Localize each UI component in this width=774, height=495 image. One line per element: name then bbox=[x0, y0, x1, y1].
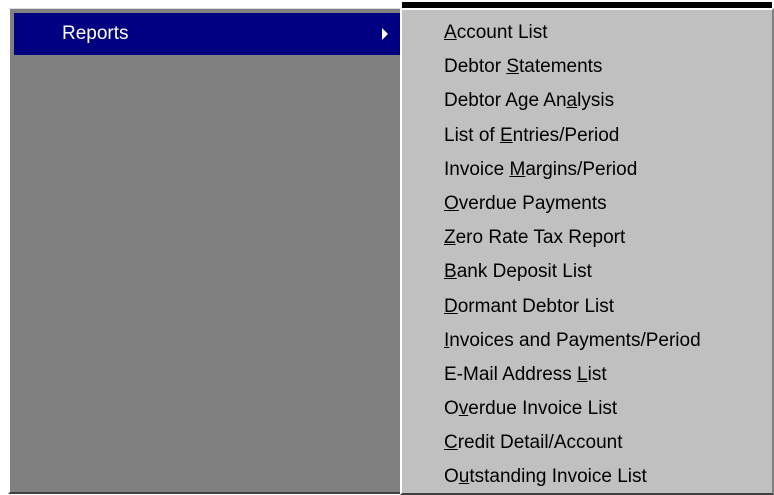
submenu-item-e-mail-address-list[interactable]: E-Mail Address List bbox=[402, 358, 772, 392]
accelerator-key: E bbox=[499, 124, 513, 146]
accelerator-key: v bbox=[458, 398, 469, 420]
submenu-item-zero-rate-tax-report[interactable]: Zero Rate Tax Report bbox=[402, 221, 772, 255]
submenu-item-debtor-age-analysis[interactable]: Debtor Age Analysis bbox=[402, 84, 772, 118]
submenu-list: Account List Debtor Statements Debtor Age … bbox=[402, 16, 772, 495]
accelerator-key: D bbox=[444, 295, 458, 317]
menu-item-reports-label: Reports bbox=[62, 23, 129, 44]
accelerator-key: S bbox=[506, 56, 519, 78]
accelerator-key: M bbox=[509, 158, 526, 180]
submenu-item-account-list[interactable]: Account List bbox=[402, 16, 772, 50]
accelerator-key: Z bbox=[444, 227, 456, 249]
submenu-top-edge bbox=[402, 2, 772, 8]
menu-item-reports[interactable]: Reports bbox=[14, 13, 400, 55]
submenu-arrow-icon bbox=[382, 28, 388, 40]
accelerator-key: O bbox=[444, 192, 459, 214]
accelerator-key: L bbox=[577, 363, 588, 385]
accelerator-key: B bbox=[444, 261, 457, 283]
submenu-item-debtor-statements[interactable]: Debtor Statements bbox=[402, 50, 772, 84]
submenu-item-dormant-debtor-list[interactable]: Dormant Debtor List bbox=[402, 290, 772, 324]
screen-edge-top bbox=[8, 0, 400, 8]
submenu-item-list-of-entries-period[interactable]: List of Entries/Period bbox=[402, 119, 772, 153]
reports-submenu: Account List Debtor Statements Debtor Age … bbox=[400, 2, 774, 495]
accelerator-key: C bbox=[444, 432, 458, 454]
submenu-item-invoices-and-payments-period[interactable]: Invoices and Payments/Period bbox=[402, 324, 772, 358]
submenu-item-overdue-invoice-list[interactable]: Overdue Invoice List bbox=[402, 392, 772, 426]
screen-edge-left bbox=[0, 0, 8, 495]
submenu-item-invoice-margins-period[interactable]: Invoice Margins/Period bbox=[402, 153, 772, 187]
accelerator-key: A bbox=[444, 22, 457, 43]
accelerator-key: R bbox=[62, 23, 76, 44]
submenu-item-outstanding-invoice-list[interactable]: Outstanding Invoice List bbox=[402, 460, 772, 494]
submenu-item-overdue-payments[interactable]: Overdue Payments bbox=[402, 187, 772, 221]
accelerator-key: u bbox=[458, 466, 470, 488]
submenu-item-bank-deposit-list[interactable]: Bank Deposit List bbox=[402, 255, 772, 289]
accelerator-key: I bbox=[444, 329, 450, 351]
submenu-item-credit-detail-account[interactable]: Credit Detail/Account bbox=[402, 426, 772, 460]
parent-menu: Reports bbox=[8, 8, 402, 494]
accelerator-key: a bbox=[566, 90, 578, 112]
